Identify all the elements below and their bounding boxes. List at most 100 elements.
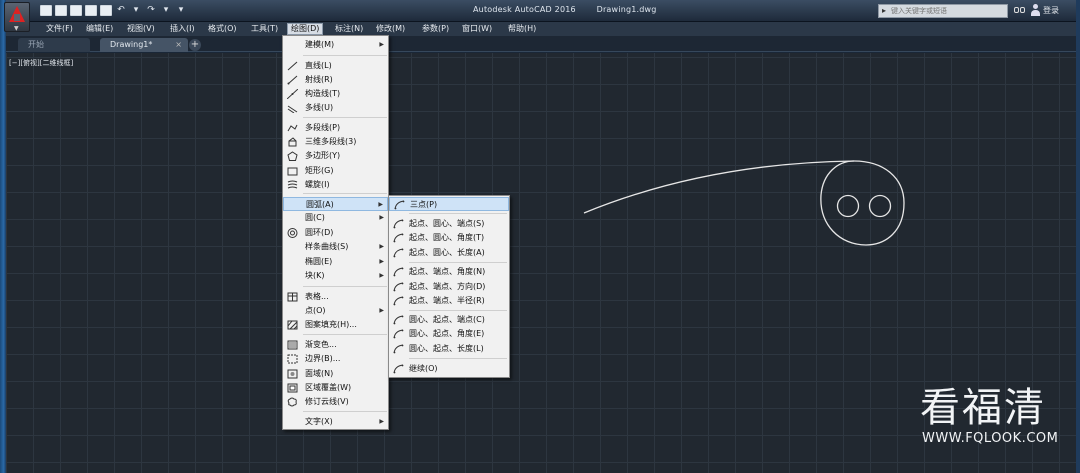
menu-3[interactable]: 插入(I) <box>167 23 198 35</box>
arc-menu-item-4[interactable]: 起点、端点、角度(N) <box>389 265 509 279</box>
search-expand-icon[interactable]: ▸ <box>882 6 886 15</box>
close-icon[interactable]: × <box>175 38 182 52</box>
menu-separator <box>303 193 387 194</box>
draw-menu-item-8[interactable]: 矩形(G) <box>283 164 388 178</box>
menu-separator <box>303 286 387 287</box>
draw-menu-item-19[interactable]: 渐变色... <box>283 338 388 352</box>
menu-9[interactable]: 参数(P) <box>419 23 452 35</box>
submenu-arrow-icon: ▶ <box>379 243 384 250</box>
undo-dropdown-icon[interactable]: ▾ <box>130 5 142 16</box>
tab-start[interactable]: 开始 <box>18 38 90 52</box>
menu-6[interactable]: 绘图(D) <box>287 23 324 35</box>
draw-menu-item-0[interactable]: 建模(M) ▶ <box>283 38 388 52</box>
draw-menu-item-7[interactable]: 多边形(Y) <box>283 149 388 163</box>
application-menu-button[interactable]: ▼ <box>4 2 30 32</box>
save-as-icon[interactable] <box>85 5 97 16</box>
draw-menu-item-24[interactable]: 文字(X) ▶ <box>283 415 388 429</box>
draw-menu-item-22[interactable]: 区域覆盖(W) <box>283 381 388 395</box>
login-link[interactable]: 登录 <box>1043 5 1059 16</box>
redo-icon[interactable]: ↷ <box>145 5 157 16</box>
arc-menu-item-9[interactable]: 圆心、起点、长度(L) <box>389 342 509 356</box>
draw-menu-item-18[interactable]: 图案填充(H)... <box>283 318 388 332</box>
drawing-canvas[interactable]: [−][俯视][二维线框] <box>6 53 1076 473</box>
arc-icon <box>393 248 404 258</box>
arc-icon <box>393 219 404 229</box>
arc-menu-item-label: 三点(P) <box>410 200 438 209</box>
redo-dropdown-icon[interactable]: ▾ <box>160 5 172 16</box>
draw-menu-item-10[interactable]: 圆弧(A) ▶ <box>283 197 388 211</box>
draw-menu-item-11[interactable]: 圆(C) ▶ <box>283 211 388 225</box>
draw-menu-item-label: 文字(X) <box>305 417 333 426</box>
new-file-icon[interactable] <box>40 5 52 16</box>
draw-menu-item-23[interactable]: 修订云线(V) <box>283 395 388 409</box>
draw-menu-item-14[interactable]: 椭圆(E) ▶ <box>283 255 388 269</box>
arc-menu-item-1[interactable]: 起点、圆心、端点(S) <box>389 217 509 231</box>
draw-menu-item-label: 直线(L) <box>305 61 332 70</box>
menu-7[interactable]: 标注(N) <box>332 23 366 35</box>
search-box[interactable]: ▸ <box>878 4 1008 18</box>
tab-drawing1-label: Drawing1* <box>110 40 153 49</box>
draw-menu-item-5[interactable]: 多段线(P) <box>283 121 388 135</box>
draw-menu-item-13[interactable]: 样条曲线(S) ▶ <box>283 240 388 254</box>
menu-0[interactable]: 文件(F) <box>43 23 76 35</box>
menu-11[interactable]: 帮助(H) <box>505 23 539 35</box>
menu-2[interactable]: 视图(V) <box>124 23 158 35</box>
new-tab-button[interactable]: + <box>189 39 201 51</box>
arc-menu-item-label: 继续(O) <box>409 364 438 373</box>
menu-4[interactable]: 格式(O) <box>205 23 240 35</box>
draw-menu-item-label: 点(O) <box>305 306 326 315</box>
draw-menu-item-15[interactable]: 块(K) ▶ <box>283 269 388 283</box>
draw-menu-item-label: 构造线(T) <box>305 89 341 98</box>
arc-menu-item-7[interactable]: 圆心、起点、端点(C) <box>389 313 509 327</box>
undo-icon[interactable]: ↶ <box>115 5 127 16</box>
circle-right <box>868 194 892 218</box>
save-icon[interactable] <box>70 5 82 16</box>
arc-menu-item-3[interactable]: 起点、圆心、长度(A) <box>389 246 509 260</box>
menu-8[interactable]: 修改(M) <box>373 23 408 35</box>
draw-menu-item-3[interactable]: 构造线(T) <box>283 87 388 101</box>
draw-menu-item-21[interactable]: 面域(N) <box>283 367 388 381</box>
menu-separator <box>409 310 507 311</box>
tab-drawing1[interactable]: Drawing1* × <box>100 38 188 52</box>
pline-icon <box>287 123 298 133</box>
helix-icon <box>287 180 298 190</box>
arc-menu-item-2[interactable]: 起点、圆心、角度(T) <box>389 231 509 245</box>
user-icon[interactable] <box>1031 4 1040 16</box>
draw-menu-item-9[interactable]: 螺旋(I) <box>283 178 388 192</box>
submenu-arrow-icon: ▶ <box>379 214 384 221</box>
watermark-title: 看福清 <box>920 385 1046 431</box>
closed-outline <box>820 160 905 246</box>
open-file-icon[interactable] <box>55 5 67 16</box>
arc-menu-item-6[interactable]: 起点、端点、半径(R) <box>389 294 509 308</box>
draw-menu-item-20[interactable]: 边界(B)... <box>283 352 388 366</box>
draw-menu-item-4[interactable]: 多线(U) <box>283 101 388 115</box>
arc-menu-item-5[interactable]: 起点、端点、方向(D) <box>389 280 509 294</box>
3dpoly-icon <box>287 137 298 147</box>
draw-menu-item-1[interactable]: 直线(L) <box>283 59 388 73</box>
arc-menu-item-10[interactable]: 继续(O) <box>389 362 509 376</box>
menu-separator <box>409 213 507 214</box>
submenu-arrow-icon: ▶ <box>379 41 384 48</box>
table-icon <box>287 292 298 302</box>
print-icon[interactable] <box>100 5 112 16</box>
quick-access-toolbar: ↶ ▾ ↷ ▾ ▾ <box>40 5 187 16</box>
search-input[interactable] <box>891 5 1003 17</box>
menu-10[interactable]: 窗口(W) <box>459 23 495 35</box>
menu-5[interactable]: 工具(T) <box>248 23 281 35</box>
arc-menu-item-8[interactable]: 圆心、起点、角度(E) <box>389 327 509 341</box>
draw-menu-item-6[interactable]: 三维多段线(3) <box>283 135 388 149</box>
arc-menu-item-0[interactable]: 三点(P) <box>389 197 509 211</box>
ray-icon <box>287 75 298 85</box>
window-edge-right <box>1076 0 1080 473</box>
draw-menu-item-12[interactable]: 圆环(D) <box>283 226 388 240</box>
binoculars-icon[interactable] <box>1014 5 1026 16</box>
customize-toolbar-icon[interactable]: ▾ <box>175 5 187 16</box>
draw-menu-item-2[interactable]: 射线(R) <box>283 73 388 87</box>
hatch-icon <box>287 320 298 330</box>
revcloud-icon <box>287 397 298 407</box>
draw-menu-item-17[interactable]: 点(O) ▶ <box>283 304 388 318</box>
draw-menu-item-label: 块(K) <box>305 271 325 280</box>
arc-menu-item-label: 圆心、起点、长度(L) <box>409 344 484 353</box>
draw-menu-item-16[interactable]: 表格... <box>283 290 388 304</box>
menu-1[interactable]: 编辑(E) <box>83 23 116 35</box>
